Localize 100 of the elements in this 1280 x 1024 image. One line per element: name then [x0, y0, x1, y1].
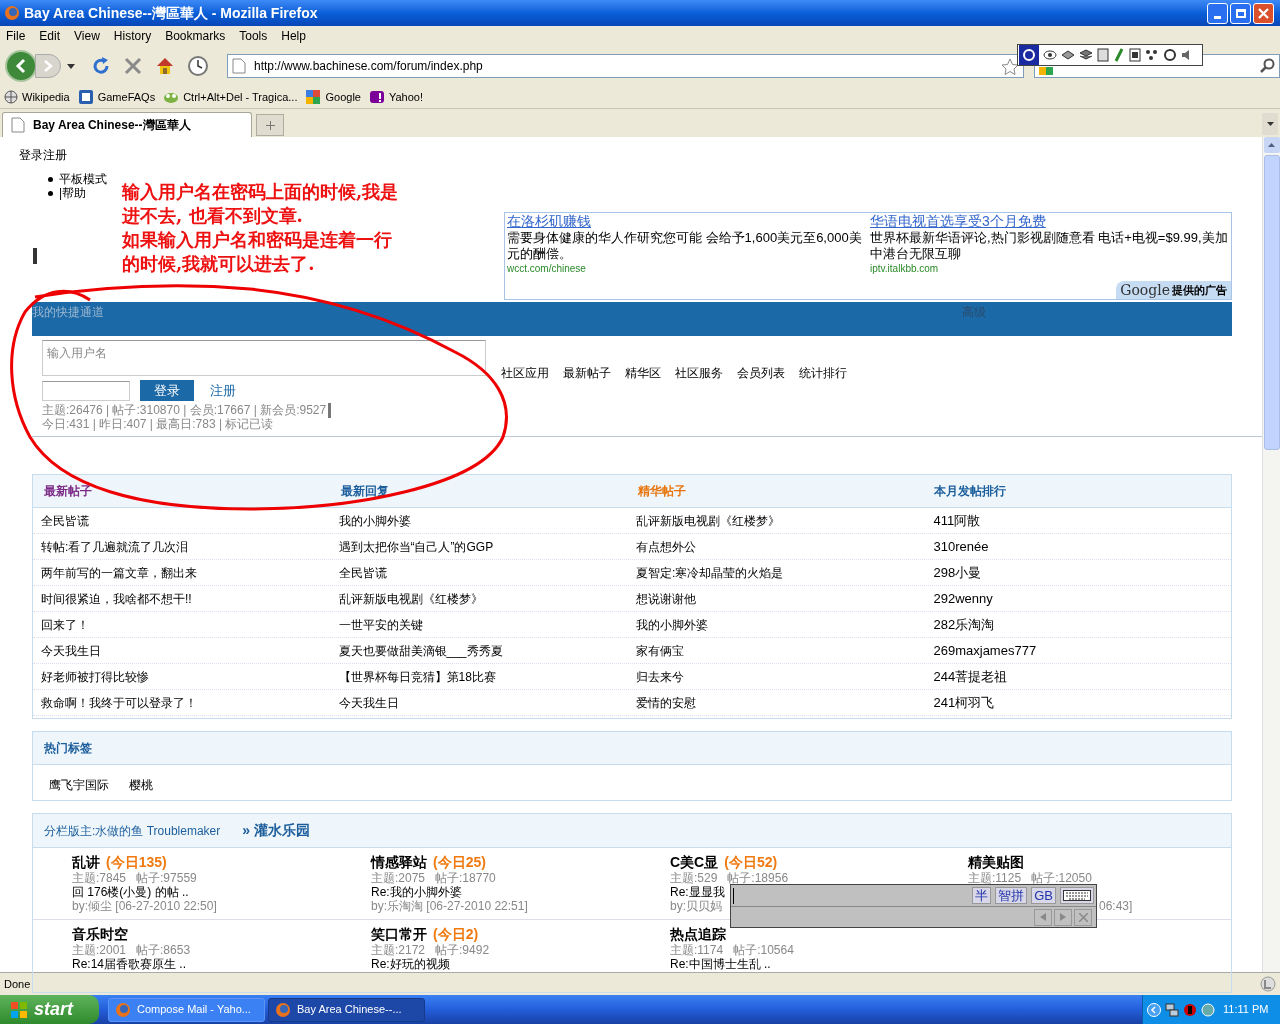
table-cell[interactable]: 我的小脚外婆 [636, 615, 934, 634]
ad-url[interactable]: iptv.italkbb.com [870, 262, 1229, 276]
menu-item[interactable]: Tools [239, 27, 268, 45]
table-cell[interactable]: 乱评新版电视剧《红楼梦》 [636, 511, 934, 530]
table-cell[interactable]: 爱情的安慰 [636, 693, 934, 712]
tag-link[interactable]: 樱桃 [129, 776, 153, 794]
table-cell[interactable]: 全民皆谎 [338, 563, 636, 582]
target-button[interactable] [1019, 45, 1039, 65]
bookmark-link[interactable]: Google [325, 88, 361, 106]
register-link[interactable]: 注册 [210, 380, 236, 401]
last-post-link[interactable]: Re:14届香歌赛原生 .. [72, 957, 187, 971]
ad-url[interactable]: wcct.com/chinese [507, 262, 866, 276]
login-register-link[interactable]: 登录注册 [19, 146, 67, 164]
board-name[interactable]: 笑口常开 [371, 926, 427, 943]
bookmark-link[interactable]: Ctrl+Alt+Del - Tragica... [183, 88, 298, 106]
scrollbar-thumb[interactable] [1263, 155, 1280, 450]
bookmark-link[interactable]: Yahoo! [388, 88, 424, 106]
table-cell[interactable]: 想说谢谢他 [636, 589, 934, 608]
nav-link[interactable]: 会员列表 [737, 364, 785, 436]
table-cell[interactable]: 一世平安的关键 [338, 615, 636, 634]
menu-item[interactable]: File [6, 27, 26, 45]
menu-item[interactable]: View [74, 27, 100, 45]
board-name[interactable]: 热点追踪 [670, 926, 726, 943]
table-cell[interactable]: 家有俩宝 [636, 641, 934, 660]
table-cell[interactable]: 244菩提老祖 [933, 666, 1231, 687]
tray-expand-button[interactable] [1147, 1002, 1161, 1017]
table-cell[interactable]: 今天我生日 [41, 641, 339, 660]
table-cell[interactable]: 411阿散 [933, 510, 1231, 531]
board-name[interactable]: 精美贴图 [968, 854, 1024, 871]
nav-link[interactable]: 最新帖子 [563, 364, 611, 436]
nav-link[interactable]: 社区应用 [501, 364, 549, 436]
stop-button[interactable] [122, 56, 143, 76]
table-cell[interactable]: 【世界杯每日竞猜】第18比赛 [338, 667, 636, 686]
menu-item[interactable]: Bookmarks [165, 27, 226, 45]
bookmark-link[interactable]: Wikipedia [22, 88, 70, 106]
table-cell[interactable]: 282乐淘淘 [933, 614, 1231, 635]
nav-link[interactable]: 社区服务 [675, 364, 723, 436]
ime-button[interactable]: GB [1031, 887, 1056, 904]
last-post-link[interactable]: Re:好玩的视频 [371, 957, 450, 971]
login-button[interactable]: 登录 [140, 380, 194, 401]
address-field[interactable]: http://www.bachinese.com/forum/index.php [226, 54, 1025, 78]
bookmark-link[interactable]: GameFAQs [97, 88, 156, 106]
username-field[interactable]: 输入用户名 [42, 340, 486, 376]
table-cell[interactable]: 269maxjames777 [933, 640, 1231, 661]
table-cell[interactable]: 时间很紧迫，我啥都不想干!! [41, 589, 339, 608]
table-cell[interactable]: 好老师被打得比较惨 [41, 667, 339, 686]
board-name[interactable]: 乱讲 [72, 854, 100, 871]
browser-tab[interactable]: Bay Area Chinese--灣區華人 [2, 112, 252, 137]
menu-link[interactable]: |帮助 [59, 186, 87, 200]
table-cell[interactable]: 310renée [933, 536, 1231, 557]
ime-button[interactable]: 智拼 [995, 887, 1028, 904]
table-cell[interactable]: 有点想外公 [636, 537, 934, 556]
board-name[interactable]: C美C显 [670, 854, 719, 871]
ad-title-link[interactable]: 在洛杉矶赚钱 [507, 213, 866, 230]
table-cell[interactable]: 转帖:看了几遍就流了几次泪 [41, 537, 339, 556]
minimize-button[interactable] [1207, 2, 1228, 24]
maximize-button[interactable] [1230, 2, 1251, 24]
close-icon [1078, 912, 1088, 922]
table-cell[interactable]: 298小曼 [933, 562, 1231, 583]
table-cell[interactable]: 夏智定:寒冷却晶莹的火焰是 [636, 563, 934, 582]
ime-button[interactable]: 半 [972, 887, 992, 904]
table-cell[interactable]: 乱评新版电视剧《红楼梦》 [338, 589, 636, 608]
table-cell[interactable]: 两年前写的一篇文章，翻出来 [41, 563, 339, 582]
table-cell[interactable]: 归去来兮 [636, 667, 934, 686]
board-name[interactable]: 音乐时空 [72, 926, 128, 943]
forum-title[interactable]: » 灌水乐园 [242, 820, 310, 841]
menu-link[interactable]: 平板模式 [59, 172, 107, 186]
table-cell[interactable]: 我的小脚外婆 [338, 511, 636, 530]
nav-link[interactable]: 精华区 [625, 364, 661, 436]
table-cell[interactable]: 292wenny [933, 588, 1231, 609]
nav-link[interactable]: 统计排行 [799, 364, 847, 436]
menu-item[interactable]: Help [281, 27, 306, 45]
board-stats: 主题:7845 帖子:97559 [72, 871, 197, 885]
table-cell[interactable]: 全民皆谎 [41, 511, 339, 530]
last-post-link[interactable]: Re:显显我 [670, 885, 725, 899]
tag-link[interactable]: 鹰飞宇国际 [49, 776, 109, 794]
last-post-link[interactable]: 回 176楼(小曼) 的帖 .. [72, 885, 189, 899]
last-post-link[interactable]: Re:我的小脚外婆 [371, 885, 462, 899]
taskbar-button[interactable]: Bay Area Chinese--... [268, 997, 425, 1022]
search-icon [1259, 58, 1275, 74]
table-cell[interactable]: 救命啊！我终于可以登录了！ [41, 693, 339, 712]
tab-list-button[interactable] [1262, 113, 1278, 135]
menu-item[interactable]: Edit [39, 27, 61, 45]
table-cell[interactable]: 遇到太把你当“自己人”的GGP [338, 537, 636, 556]
last-post-link[interactable]: Re:中国博士生乱 .. [670, 957, 771, 971]
table-cell[interactable]: 今天我生日 [338, 693, 636, 712]
taskbar-button[interactable]: Compose Mail - Yaho... [108, 997, 265, 1022]
back-button[interactable] [5, 50, 37, 82]
password-field[interactable] [42, 380, 130, 401]
board-name[interactable]: 情感驿站 [371, 854, 427, 871]
menu-item[interactable]: History [113, 27, 152, 45]
keyboard-button[interactable] [1060, 887, 1094, 904]
forward-button[interactable] [34, 54, 61, 78]
ad-title-link[interactable]: 华语电视首选享受3个月免费 [870, 213, 1229, 230]
table-cell[interactable]: 241柯羽飞 [933, 692, 1231, 713]
table-cell[interactable]: 回来了！ [41, 615, 339, 634]
new-tab-button[interactable] [256, 114, 284, 136]
history-button[interactable] [186, 55, 209, 77]
table-cell[interactable]: 夏天也要做甜美滴银___秀秀夏 [338, 641, 636, 660]
left-arrow-icon [1040, 913, 1046, 921]
